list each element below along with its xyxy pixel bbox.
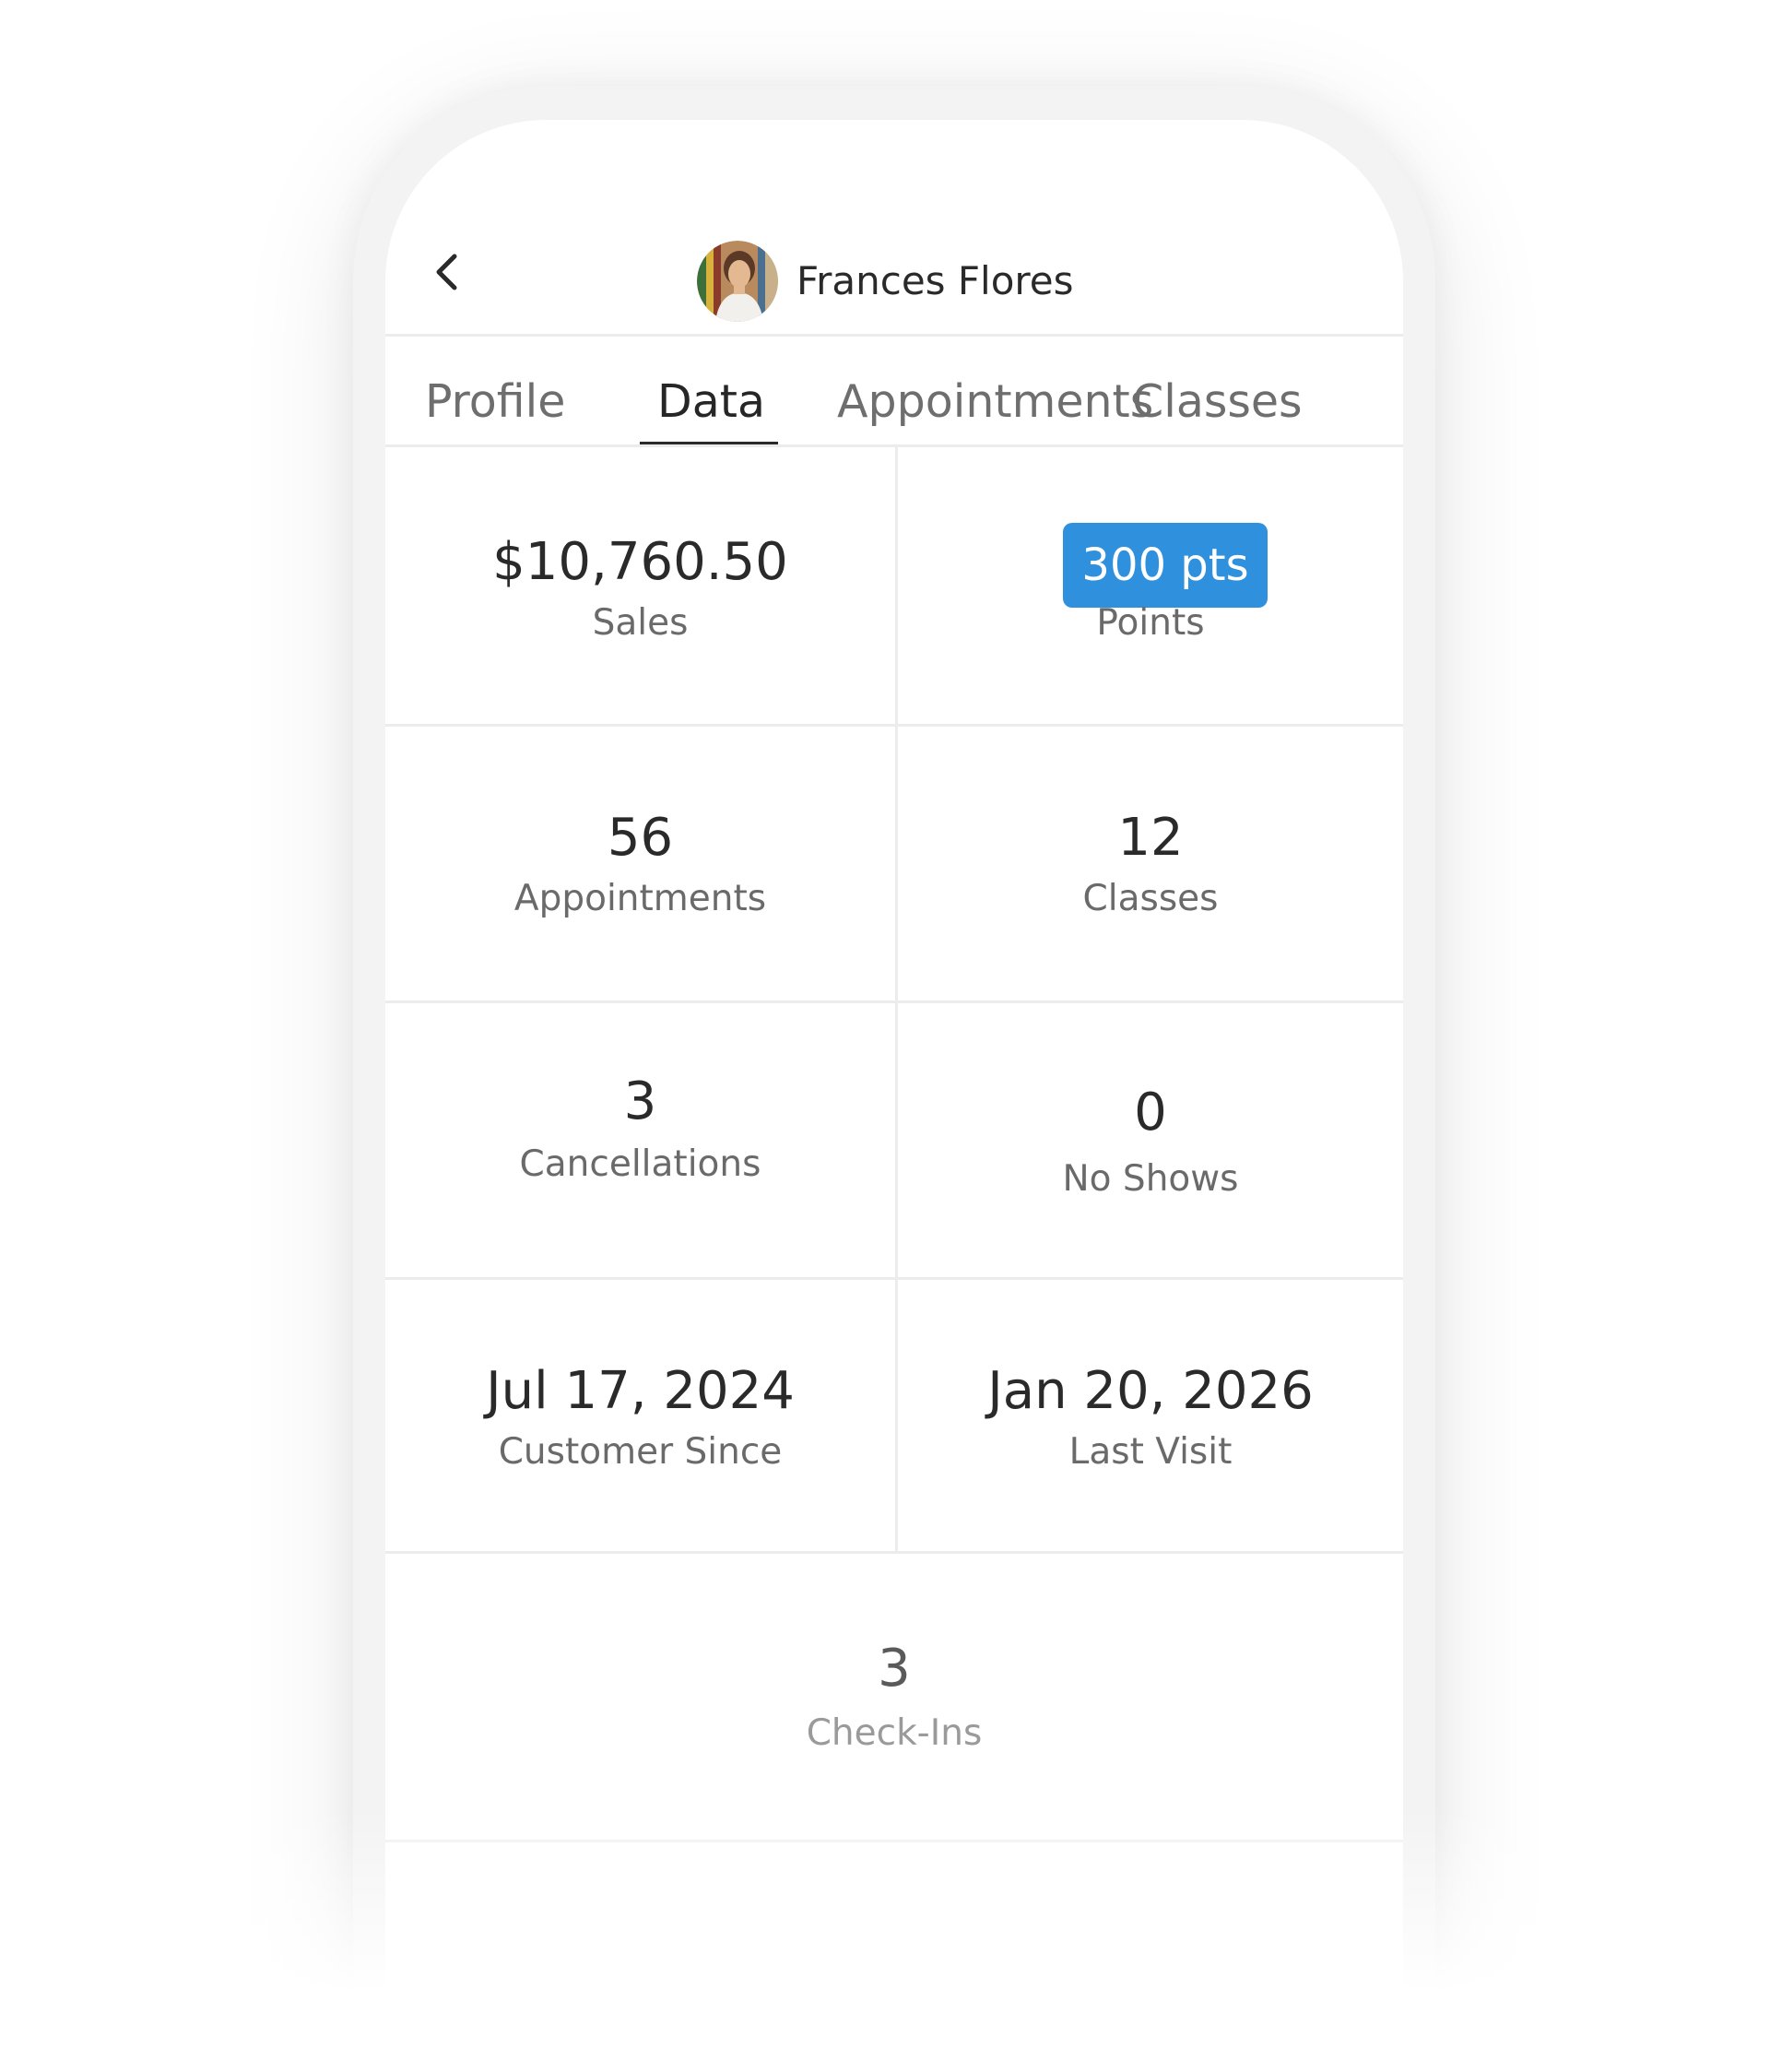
- points-badge: 300 pts: [1063, 523, 1268, 608]
- stat-classes: 12 Classes: [898, 727, 1403, 1000]
- tab-classes[interactable]: Classes: [1132, 375, 1303, 428]
- stat-last-visit: Jan 20, 2026 Last Visit: [898, 1280, 1403, 1554]
- customer-header: Frances Flores: [385, 120, 1403, 334]
- tab-profile[interactable]: Profile: [425, 375, 565, 428]
- page: Frances Flores Profile Data Appointments…: [0, 0, 1770, 2072]
- last-visit-label: Last Visit: [1068, 1431, 1233, 1473]
- customer-name: Frances Flores: [796, 258, 1074, 303]
- sales-label: Sales: [592, 602, 689, 644]
- avatar-photo: [697, 241, 778, 322]
- check-ins-value: 3: [878, 1639, 911, 1699]
- tab-bar: Profile Data Appointments Classes: [385, 337, 1403, 445]
- phone-screen: Frances Flores Profile Data Appointments…: [385, 120, 1403, 2072]
- stat-sales: $10,760.50 Sales: [385, 447, 895, 724]
- stat-cancellations: 3 Cancellations: [385, 1003, 895, 1277]
- appointments-label: Appointments: [513, 878, 767, 919]
- customer-since-value: Jul 17, 2024: [486, 1361, 795, 1421]
- cancellations-label: Cancellations: [519, 1143, 761, 1185]
- classes-value: 12: [1117, 808, 1184, 868]
- tab-appointments[interactable]: Appointments: [837, 375, 1153, 428]
- check-ins-label: Check-Ins: [806, 1712, 983, 1754]
- back-button[interactable]: [424, 249, 470, 295]
- stat-customer-since: Jul 17, 2024 Customer Since: [385, 1280, 895, 1554]
- last-visit-value: Jan 20, 2026: [987, 1361, 1314, 1421]
- customer-since-label: Customer Since: [498, 1431, 783, 1473]
- tab-data[interactable]: Data: [657, 375, 765, 428]
- stat-check-ins: 3 Check-Ins: [385, 1554, 1403, 1840]
- sales-value: $10,760.50: [492, 532, 788, 592]
- avatar[interactable]: [697, 241, 778, 322]
- chevron-left-icon: [436, 254, 457, 290]
- appointments-value: 56: [607, 808, 674, 868]
- cancellations-value: 3: [623, 1072, 657, 1131]
- no-shows-label: No Shows: [1062, 1158, 1239, 1200]
- stat-appointments: 56 Appointments: [385, 727, 895, 1000]
- classes-label: Classes: [1082, 878, 1219, 919]
- stat-no-shows: 0 No Shows: [898, 1003, 1403, 1277]
- no-shows-value: 0: [1134, 1083, 1167, 1143]
- points-label: Points: [1096, 602, 1205, 644]
- page-fade: [0, 1807, 1770, 2072]
- stat-points: 300 pts Points: [898, 447, 1403, 724]
